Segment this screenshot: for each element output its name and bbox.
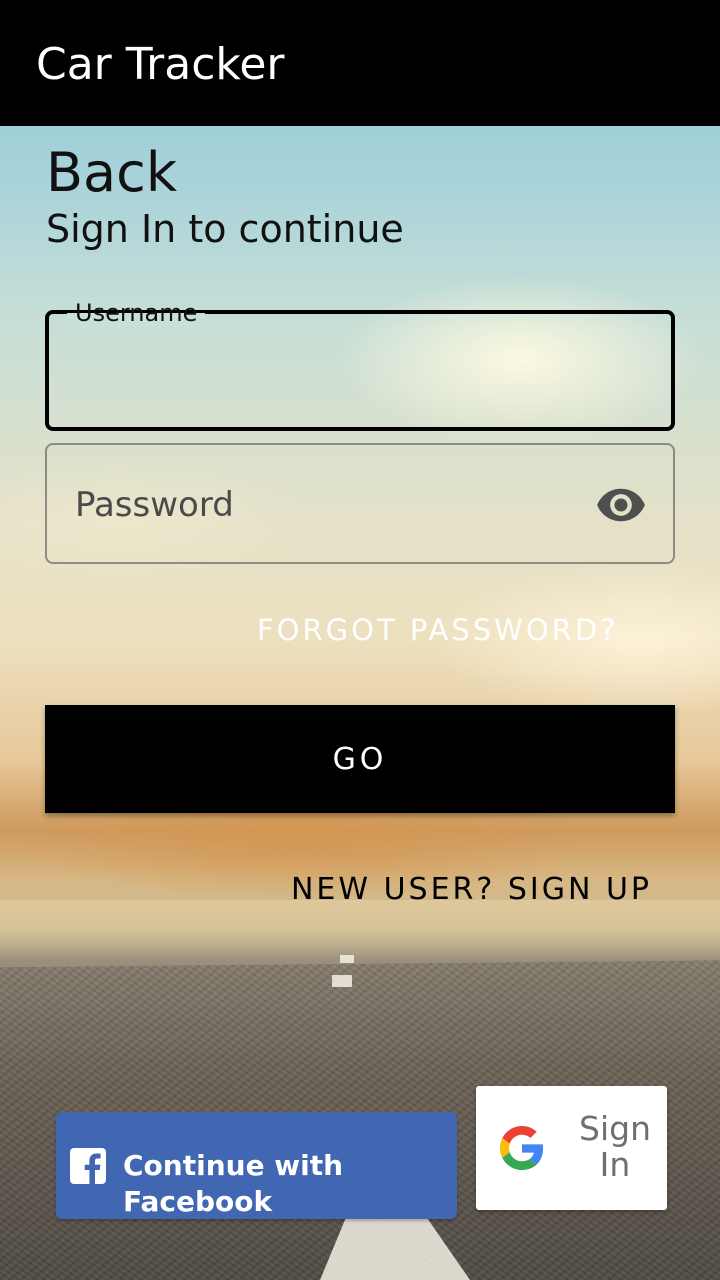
sign-up-link[interactable]: NEW USER? SIGN UP (291, 870, 652, 910)
username-field[interactable]: Username (45, 299, 675, 431)
password-input[interactable] (73, 481, 573, 529)
welcome-subheading: Sign In to continue (46, 207, 404, 251)
forgot-password-link[interactable]: FORGOT PASSWORD? (257, 610, 619, 650)
lane-marking (332, 975, 352, 987)
username-input[interactable] (73, 352, 647, 400)
password-field[interactable] (45, 443, 675, 564)
app-title: Car Tracker (36, 39, 285, 90)
facebook-login-button[interactable]: Continue with Facebook (56, 1112, 457, 1219)
google-icon (500, 1126, 544, 1170)
eye-icon[interactable] (595, 479, 647, 531)
google-button-label: Sign In (579, 1109, 651, 1184)
google-sign-in-button[interactable]: Sign In (476, 1086, 667, 1210)
app-bar: Car Tracker (0, 0, 720, 126)
welcome-heading: Back (46, 141, 178, 204)
lane-marking (340, 955, 354, 963)
facebook-button-label: Continue with Facebook (123, 1149, 344, 1218)
facebook-icon (70, 1148, 106, 1184)
go-button[interactable]: GO (45, 705, 675, 813)
username-label: Username (67, 299, 206, 327)
